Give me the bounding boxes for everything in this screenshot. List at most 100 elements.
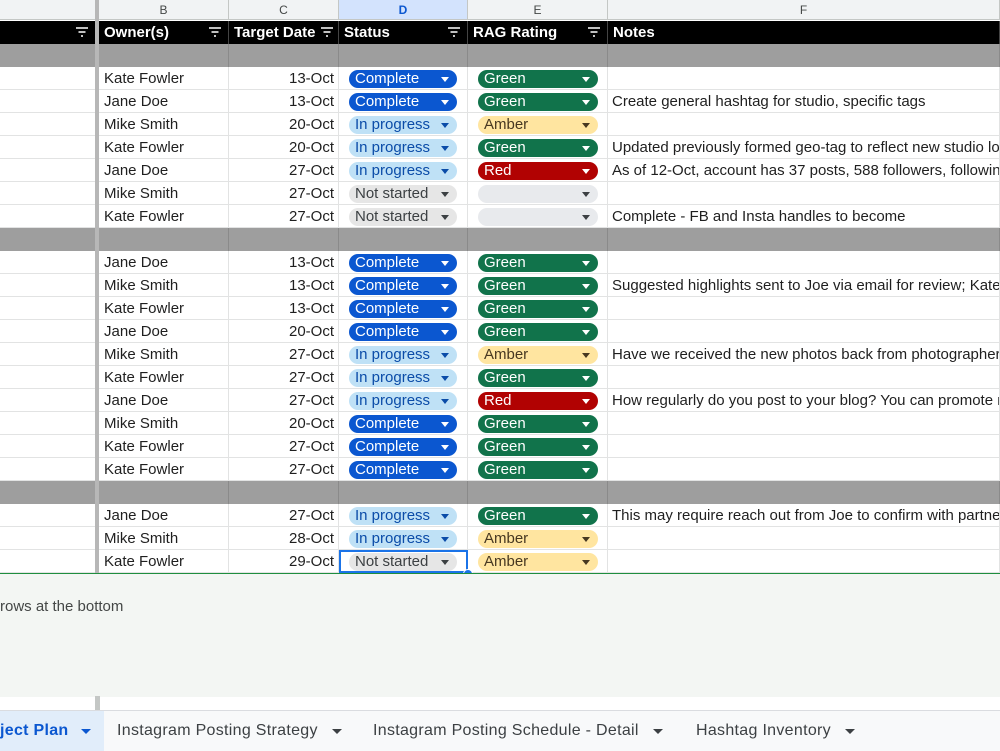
section-cell[interactable] <box>0 44 96 67</box>
frozen-column-divider[interactable] <box>95 0 99 573</box>
dropdown-arrow-icon[interactable] <box>441 422 449 427</box>
status-chip[interactable]: In progress <box>349 116 457 134</box>
header-target-date[interactable]: Target Date <box>229 21 339 44</box>
cell-a[interactable] <box>0 550 96 573</box>
notes-cell[interactable] <box>608 366 1000 389</box>
rag-chip[interactable]: Green <box>478 415 598 433</box>
target-date-cell[interactable]: 13-Oct <box>229 251 339 274</box>
header-rag[interactable]: RAG Rating <box>468 21 608 44</box>
target-date-cell[interactable]: 29-Oct <box>229 550 339 573</box>
dropdown-arrow-icon[interactable] <box>582 537 590 542</box>
rag-chip[interactable]: Amber <box>478 116 598 134</box>
status-chip[interactable]: Complete <box>349 300 457 318</box>
rag-cell[interactable]: Green <box>468 366 608 389</box>
cell-a[interactable] <box>0 343 96 366</box>
status-chip[interactable]: In progress <box>349 507 457 525</box>
dropdown-arrow-icon[interactable] <box>582 376 590 381</box>
dropdown-arrow-icon[interactable] <box>441 560 449 565</box>
column-header-d[interactable]: D <box>339 0 468 20</box>
dropdown-arrow-icon[interactable] <box>582 215 590 220</box>
status-cell[interactable]: In progress <box>339 159 468 182</box>
target-date-cell[interactable]: 13-Oct <box>229 297 339 320</box>
rag-chip[interactable]: Green <box>478 323 598 341</box>
tab-project-plan[interactable]: ject Plan <box>0 711 104 751</box>
cell-a[interactable] <box>0 67 96 90</box>
owner-cell[interactable]: Mike Smith <box>99 182 229 205</box>
spreadsheet-grid[interactable]: B C D E F Owner(s) Target Date Status RA… <box>0 0 1000 573</box>
owner-cell[interactable]: Kate Fowler <box>99 458 229 481</box>
notes-cell[interactable]: Complete - FB and Insta handles to becom… <box>608 205 1000 228</box>
status-chip[interactable]: Complete <box>349 93 457 111</box>
cell-a[interactable] <box>0 205 96 228</box>
rag-cell[interactable]: Green <box>468 504 608 527</box>
section-cell[interactable] <box>468 228 608 251</box>
section-header-row[interactable] <box>0 481 1000 504</box>
dropdown-arrow-icon[interactable] <box>582 192 590 197</box>
tab-hashtag-inventory[interactable]: Hashtag Inventory <box>696 711 855 751</box>
owner-cell[interactable]: Kate Fowler <box>99 297 229 320</box>
rag-chip[interactable]: Green <box>478 300 598 318</box>
target-date-cell[interactable]: 27-Oct <box>229 343 339 366</box>
dropdown-arrow-icon[interactable] <box>582 330 590 335</box>
dropdown-arrow-icon[interactable] <box>582 77 590 82</box>
rag-chip[interactable]: Green <box>478 139 598 157</box>
notes-cell[interactable]: Create general hashtag for studio, speci… <box>608 90 1000 113</box>
filter-icon[interactable] <box>447 26 461 38</box>
cell-a[interactable] <box>0 435 96 458</box>
status-cell[interactable]: Complete <box>339 251 468 274</box>
rag-chip[interactable] <box>478 185 598 203</box>
section-cell[interactable] <box>468 44 608 67</box>
rag-chip[interactable]: Green <box>478 507 598 525</box>
dropdown-arrow-icon[interactable] <box>582 169 590 174</box>
rag-chip[interactable]: Red <box>478 162 598 180</box>
status-cell[interactable]: In progress <box>339 504 468 527</box>
cell-a[interactable] <box>0 90 96 113</box>
status-chip[interactable]: Not started <box>349 553 457 571</box>
target-date-cell[interactable]: 13-Oct <box>229 274 339 297</box>
status-cell[interactable]: In progress <box>339 113 468 136</box>
dropdown-arrow-icon[interactable] <box>441 192 449 197</box>
owner-cell[interactable]: Kate Fowler <box>99 435 229 458</box>
status-cell[interactable]: Complete <box>339 412 468 435</box>
rag-cell[interactable]: Green <box>468 274 608 297</box>
filter-icon[interactable] <box>208 26 222 38</box>
section-cell[interactable] <box>468 481 608 504</box>
status-chip[interactable]: Not started <box>349 185 457 203</box>
status-cell[interactable]: Complete <box>339 435 468 458</box>
status-cell[interactable]: In progress <box>339 527 468 550</box>
notes-cell[interactable]: Updated previously formed geo-tag to ref… <box>608 136 1000 159</box>
section-cell[interactable] <box>0 228 96 251</box>
owner-cell[interactable]: Jane Doe <box>99 251 229 274</box>
owner-cell[interactable]: Kate Fowler <box>99 550 229 573</box>
dropdown-arrow-icon[interactable] <box>441 77 449 82</box>
cell-a[interactable] <box>0 251 96 274</box>
cell-a[interactable] <box>0 159 96 182</box>
status-cell[interactable]: Complete <box>339 320 468 343</box>
dropdown-arrow-icon[interactable] <box>441 537 449 542</box>
rag-chip[interactable]: Green <box>478 254 598 272</box>
dropdown-arrow-icon[interactable] <box>582 468 590 473</box>
rag-chip[interactable]: Amber <box>478 530 598 548</box>
notes-cell[interactable]: Suggested highlights sent to Joe via ema… <box>608 274 1000 297</box>
section-cell[interactable] <box>229 481 339 504</box>
notes-cell[interactable] <box>608 412 1000 435</box>
status-cell[interactable]: In progress <box>339 389 468 412</box>
cell-a[interactable] <box>0 274 96 297</box>
rag-chip[interactable]: Green <box>478 70 598 88</box>
section-cell[interactable] <box>339 228 468 251</box>
chevron-down-icon[interactable] <box>80 728 91 734</box>
section-header-row[interactable] <box>0 44 1000 67</box>
cell-a[interactable] <box>0 458 96 481</box>
rag-chip[interactable]: Amber <box>478 553 598 571</box>
filter-icon[interactable] <box>587 26 601 38</box>
column-header-f[interactable]: F <box>608 0 1000 20</box>
section-cell[interactable] <box>0 481 96 504</box>
target-date-cell[interactable]: 27-Oct <box>229 504 339 527</box>
dropdown-arrow-icon[interactable] <box>582 284 590 289</box>
owner-cell[interactable]: Kate Fowler <box>99 205 229 228</box>
status-cell[interactable]: In progress <box>339 343 468 366</box>
horizontal-scrollbar[interactable] <box>95 696 100 710</box>
status-cell[interactable]: In progress <box>339 136 468 159</box>
owner-cell[interactable]: Jane Doe <box>99 389 229 412</box>
dropdown-arrow-icon[interactable] <box>441 307 449 312</box>
